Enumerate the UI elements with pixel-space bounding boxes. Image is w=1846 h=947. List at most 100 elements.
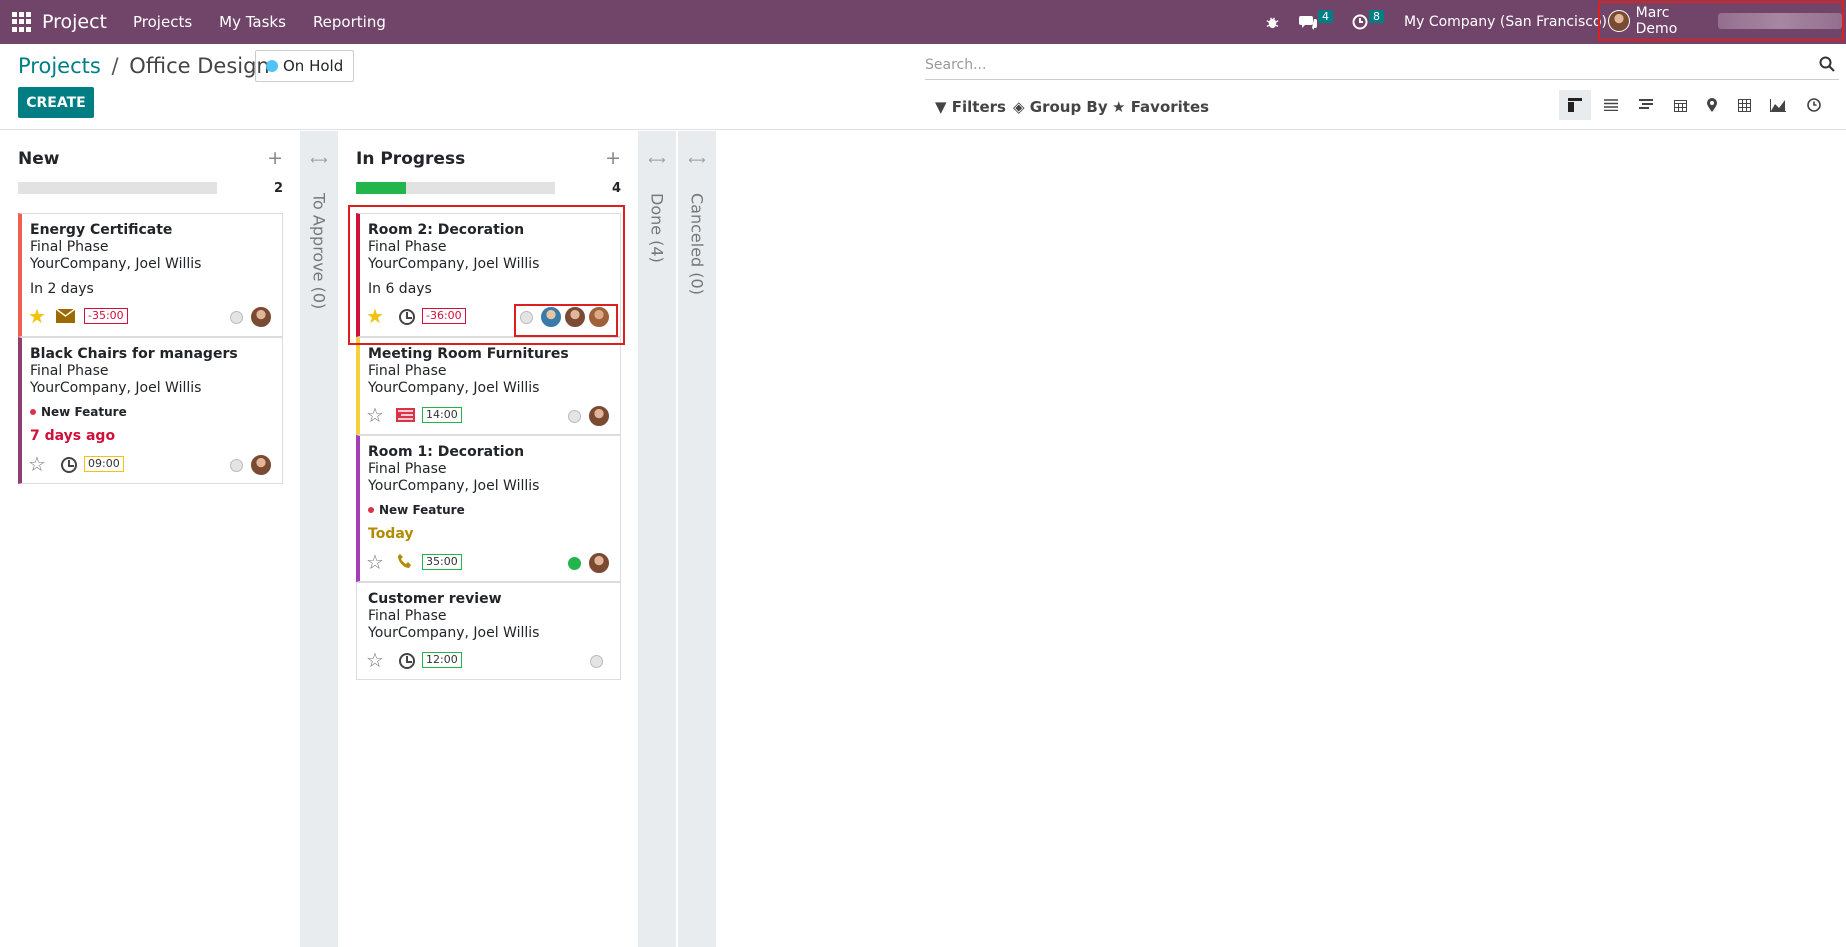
column-title: New xyxy=(18,149,60,169)
task-card-room-1-decoration[interactable]: Room 1: Decoration Final Phase YourCompa… xyxy=(356,435,621,582)
tag-dot-icon xyxy=(368,507,374,513)
app-menu-icon[interactable] xyxy=(12,12,32,32)
priority-star-icon[interactable]: ☆ xyxy=(366,550,384,574)
assignee-avatar[interactable] xyxy=(250,454,272,476)
tag-dot-icon xyxy=(30,409,36,415)
task-phase: Final Phase xyxy=(368,363,447,379)
quick-create-plus-icon[interactable]: + xyxy=(267,147,283,169)
task-title: Black Chairs for managers xyxy=(30,346,238,362)
task-tag: New Feature xyxy=(30,405,127,419)
kanban-state-dot[interactable] xyxy=(568,557,581,570)
phone-icon[interactable] xyxy=(397,553,413,569)
activities-badge: 8 xyxy=(1369,9,1384,23)
user-name: Marc Demo xyxy=(1635,5,1678,37)
debug-icon[interactable] xyxy=(1265,0,1280,44)
kanban-state-dot[interactable] xyxy=(230,459,243,472)
star-icon: ★ xyxy=(1112,98,1126,116)
task-phase: Final Phase xyxy=(30,363,109,379)
column-progress-bar[interactable] xyxy=(18,182,217,194)
control-panel: Projects / Office Design On Hold CREATE … xyxy=(0,44,1846,130)
view-activity-button[interactable] xyxy=(1798,90,1830,120)
task-assignees: YourCompany, Joel Willis xyxy=(30,256,202,272)
view-graph-button[interactable] xyxy=(1762,90,1794,120)
view-kanban-button[interactable] xyxy=(1559,90,1591,120)
status-dot-icon xyxy=(266,60,278,72)
remaining-hours-badge: 12:00 xyxy=(422,652,462,668)
task-deadline: In 2 days xyxy=(30,281,94,297)
folded-column-done[interactable]: ⟷ Done (4) xyxy=(638,131,676,947)
task-list-icon[interactable] xyxy=(396,408,415,422)
menu-reporting[interactable]: Reporting xyxy=(313,13,386,31)
priority-star-icon[interactable]: ☆ xyxy=(28,452,46,476)
activity-clock-icon xyxy=(1807,98,1821,112)
remaining-hours-badge: 14:00 xyxy=(422,407,462,423)
task-title: Energy Certificate xyxy=(30,222,173,238)
assignee-avatar[interactable] xyxy=(588,552,610,574)
priority-star-icon[interactable]: ★ xyxy=(28,304,46,328)
folded-column-label: To Approve (0) xyxy=(309,193,329,310)
menu-my-tasks[interactable]: My Tasks xyxy=(219,13,286,31)
activity-clock-icon[interactable] xyxy=(61,457,77,473)
view-map-button[interactable] xyxy=(1696,90,1728,120)
breadcrumb-current: Office Design xyxy=(129,54,270,78)
create-button[interactable]: CREATE xyxy=(18,87,94,118)
clock-icon xyxy=(1352,14,1368,30)
assignee-avatar[interactable] xyxy=(588,405,610,427)
highlight-box-assignees xyxy=(514,304,618,337)
breadcrumb-projects[interactable]: Projects xyxy=(18,54,101,78)
messages-button[interactable]: 4 xyxy=(1299,0,1333,44)
quick-create-plus-icon[interactable]: + xyxy=(605,147,621,169)
gantt-icon xyxy=(1639,99,1653,109)
envelope-icon[interactable] xyxy=(56,309,75,323)
user-menu[interactable]: Marc Demo xyxy=(1598,1,1844,41)
column-progress-bar[interactable] xyxy=(356,182,555,194)
view-list-button[interactable] xyxy=(1595,90,1627,120)
pivot-table-icon xyxy=(1737,98,1751,112)
status-label: On Hold xyxy=(283,57,344,75)
company-switcher[interactable]: My Company (San Francisco) xyxy=(1404,0,1607,44)
search-icon[interactable] xyxy=(1819,56,1835,72)
chat-icon xyxy=(1299,16,1317,30)
area-chart-icon xyxy=(1770,98,1786,112)
kanban-state-dot[interactable] xyxy=(568,410,581,423)
activity-clock-icon[interactable] xyxy=(399,653,415,669)
expand-arrows-icon[interactable]: ⟷ xyxy=(638,153,676,167)
assignee-avatar[interactable] xyxy=(250,306,272,328)
task-title: Meeting Room Furnitures xyxy=(368,346,569,362)
favorites-button[interactable]: ★ Favorites xyxy=(1112,98,1209,116)
folded-column-canceled[interactable]: ⟷ Canceled (0) xyxy=(678,131,716,947)
task-deadline: 7 days ago xyxy=(30,428,116,444)
expand-arrows-icon[interactable]: ⟷ xyxy=(300,153,338,167)
view-gantt-button[interactable] xyxy=(1630,90,1662,120)
calendar-icon xyxy=(1673,99,1687,112)
column-new: New + 2 Energy Certificate Final Phase Y… xyxy=(18,131,283,947)
folded-column-label: Done (4) xyxy=(647,193,667,263)
app-name[interactable]: Project xyxy=(42,11,107,33)
activities-button[interactable]: 8 xyxy=(1352,0,1384,44)
filters-button[interactable]: ▼ Filters xyxy=(935,98,1006,116)
filter-icon: ▼ xyxy=(935,98,947,116)
expand-arrows-icon[interactable]: ⟷ xyxy=(678,153,716,167)
task-card-energy-certificate[interactable]: Energy Certificate Final Phase YourCompa… xyxy=(18,213,283,337)
priority-star-icon[interactable]: ☆ xyxy=(366,403,384,427)
task-title: Room 1: Decoration xyxy=(368,444,525,460)
search-input[interactable]: Search... xyxy=(925,50,1839,80)
menu-projects[interactable]: Projects xyxy=(133,13,192,31)
view-pivot-button[interactable] xyxy=(1728,90,1760,120)
task-assignees: YourCompany, Joel Willis xyxy=(368,478,540,494)
task-card-customer-review[interactable]: Customer review Final Phase YourCompany,… xyxy=(356,582,621,680)
column-in-progress: In Progress + 4 Room 2: Decoration Final… xyxy=(348,131,625,947)
priority-star-icon[interactable]: ☆ xyxy=(366,648,384,672)
task-phase: Final Phase xyxy=(368,461,447,477)
group-by-button[interactable]: ◈ Group By xyxy=(1013,98,1108,116)
breadcrumb: Projects / Office Design xyxy=(18,54,270,78)
column-count: 2 xyxy=(273,181,283,196)
progress-green-segment[interactable] xyxy=(356,182,406,194)
kanban-state-dot[interactable] xyxy=(590,655,603,668)
kanban-state-dot[interactable] xyxy=(230,311,243,324)
folded-column-to-approve[interactable]: ⟷ To Approve (0) xyxy=(300,131,338,947)
task-card-meeting-room-furnitures[interactable]: Meeting Room Furnitures Final Phase Your… xyxy=(356,337,621,435)
project-status-button[interactable]: On Hold xyxy=(255,50,355,82)
view-calendar-button[interactable] xyxy=(1664,90,1696,120)
task-card-black-chairs[interactable]: Black Chairs for managers Final Phase Yo… xyxy=(18,337,283,484)
